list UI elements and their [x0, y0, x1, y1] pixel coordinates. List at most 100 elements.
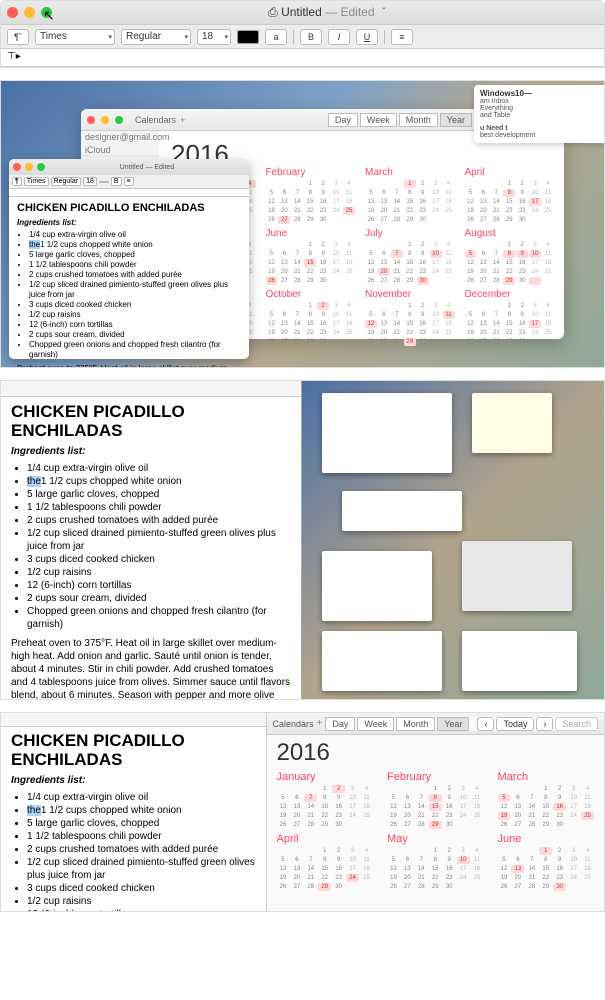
color-well[interactable]: [99, 181, 109, 183]
style-menu-button[interactable]: ¶ˇ: [7, 29, 29, 45]
close-icon[interactable]: [7, 7, 18, 18]
month-cell[interactable]: January123456789101112131415161718192021…: [277, 771, 374, 829]
month-cell[interactable]: April12345678910111213141516171819202122…: [277, 833, 374, 891]
month-cell[interactable]: July123456789101112131415161718192021222…: [365, 228, 455, 285]
list-item: the1 1/2 cups chopped white onion: [29, 240, 241, 250]
zoom-icon[interactable]: [115, 116, 123, 124]
window-thumbnail[interactable]: [462, 541, 572, 611]
document-body[interactable]: CHICKEN PICADILLO ENCHILADAS Ingredients…: [1, 727, 266, 912]
month-cell[interactable]: March12345678910111213141516171819202122…: [365, 167, 455, 224]
minimize-icon[interactable]: [25, 163, 33, 171]
list-item: 1/2 cup sliced drained pimiento-stuffed …: [27, 527, 291, 553]
paragraph: Preheat oven to 375°F. Heat oil in large…: [11, 637, 291, 700]
tab-stop-icon[interactable]: ⊤▸: [7, 51, 21, 62]
list-item: 1/4 cup extra-virgin olive oil: [29, 230, 241, 240]
close-icon[interactable]: [87, 116, 95, 124]
month-cell[interactable]: June123456789101112131415161718192021222…: [498, 833, 595, 891]
today-button[interactable]: Today: [496, 717, 534, 731]
ruler[interactable]: ⊤▸: [1, 49, 604, 67]
month-name: February: [266, 167, 356, 178]
window-thumbnail[interactable]: [322, 631, 442, 691]
size-select[interactable]: Regular: [51, 177, 82, 186]
list-item: 2 cups sour cream, divided: [29, 330, 241, 340]
month-name: January: [277, 771, 374, 783]
zoom-icon[interactable]: [37, 163, 45, 171]
bold-button[interactable]: B: [111, 177, 122, 186]
calendars-label[interactable]: Calendars: [273, 719, 314, 729]
month-cell[interactable]: March12345678910111213141516171819202122…: [498, 771, 595, 829]
calendar-pane[interactable]: Calendars + Day Week Month Year ‹ Today …: [267, 713, 605, 911]
add-button[interactable]: +: [180, 115, 185, 125]
prev-button[interactable]: ‹: [477, 717, 494, 731]
view-year[interactable]: Year: [437, 717, 469, 731]
doc-icon: ⎙: [268, 5, 278, 19]
size-select[interactable]: 18: [83, 177, 97, 186]
month-cell[interactable]: October123456789101112131415161718192021…: [266, 289, 356, 346]
view-week[interactable]: Week: [357, 717, 394, 731]
mission-control-thumbnails[interactable]: [302, 381, 604, 699]
list-item: 1/4 cup extra-virgin olive oil: [27, 791, 256, 804]
next-button[interactable]: ›: [536, 717, 553, 731]
list-item: 2 cups crushed tomatoes with added purée: [27, 514, 291, 527]
view-week[interactable]: Week: [360, 113, 397, 127]
add-button[interactable]: +: [317, 718, 323, 729]
list-item: 1/2 cup sliced drained pimiento-stuffed …: [27, 856, 256, 882]
font-select[interactable]: Times: [24, 177, 49, 186]
month-cell[interactable]: April12345678910111213141516171819202122…: [465, 167, 555, 224]
desktop-overview: Calendars + Day Week Month Year ‹ Today …: [0, 80, 605, 368]
italic-button[interactable]: I: [328, 29, 350, 45]
view-year[interactable]: Year: [440, 113, 472, 127]
document-body[interactable]: CHICKEN PICADILLO ENCHILADAS Ingredients…: [9, 197, 249, 368]
month-cell[interactable]: February12345678910111213141516171819202…: [387, 771, 484, 829]
minimize-icon[interactable]: [101, 116, 109, 124]
month-name: March: [498, 771, 595, 783]
list-item: 2 cups crushed tomatoes with added purée: [27, 843, 256, 856]
month-name: December: [465, 289, 555, 300]
account-label: iCloud: [81, 144, 159, 157]
window-thumbnail[interactable]: [462, 631, 577, 691]
bold-button[interactable]: B: [300, 29, 322, 45]
list-item: 1/2 cup sliced drained pimiento-stuffed …: [29, 280, 241, 300]
font-weight-select[interactable]: Regular: [121, 29, 191, 45]
day-grid: 1234567891011121314151617181920212223242…: [465, 241, 555, 285]
search-input[interactable]: Search: [555, 717, 598, 731]
style-button[interactable]: ¶: [12, 177, 22, 186]
ruler: [1, 713, 266, 727]
minimize-icon[interactable]: [24, 7, 35, 18]
month-name: July: [365, 228, 455, 239]
ingredients-header: Ingredients list:: [11, 775, 256, 786]
title-chevron-icon[interactable]: ˇ: [378, 5, 390, 19]
align-button[interactable]: ≡: [124, 177, 134, 186]
font-family-select[interactable]: Times: [35, 29, 115, 45]
font-size-select[interactable]: 18: [197, 29, 231, 45]
month-cell[interactable]: November12345678910111213141516171819202…: [365, 289, 455, 346]
window-thumbnail[interactable]: [322, 393, 452, 473]
month-cell[interactable]: May1234567891011121314151617181920212223…: [387, 833, 484, 891]
align-button[interactable]: ≡: [391, 29, 413, 45]
card-line: best development: [480, 132, 598, 139]
view-month[interactable]: Month: [399, 113, 438, 127]
month-cell[interactable]: June123456789101112131415161718192021222…: [266, 228, 356, 285]
document-body[interactable]: CHICKEN PICADILLO ENCHILADAS Ingredients…: [1, 397, 301, 700]
card-line: u Need t: [480, 125, 598, 132]
textedit-window[interactable]: Untitled — Edited ¶ Times Regular 18 B ≡…: [9, 159, 249, 359]
close-icon[interactable]: [13, 163, 21, 171]
window-thumbnail[interactable]: [472, 393, 552, 453]
month-cell[interactable]: December12345678910111213141516171819202…: [465, 289, 555, 346]
view-day[interactable]: Day: [325, 717, 355, 731]
underline-button[interactable]: U: [356, 29, 378, 45]
calendars-label[interactable]: Calendars: [135, 115, 176, 125]
window-thumbnail[interactable]: [322, 551, 432, 621]
window-thumbnail[interactable]: [342, 491, 462, 531]
day-grid: 1234567891011121314151617181920212223242…: [387, 847, 484, 891]
highlight-color-button[interactable]: a: [265, 29, 287, 45]
month-cell[interactable]: August1234567891011121314151617181920212…: [465, 228, 555, 285]
list-item: 12 (6-inch) corn tortillas: [27, 579, 291, 592]
textedit-pane[interactable]: CHICKEN PICADILLO ENCHILADAS Ingredients…: [1, 713, 267, 911]
view-day[interactable]: Day: [328, 113, 358, 127]
month-cell[interactable]: February12345678910111213141516171819202…: [266, 167, 356, 224]
view-month[interactable]: Month: [396, 717, 435, 731]
text-color-well[interactable]: [237, 30, 259, 44]
textedit-fullscreen-left[interactable]: CHICKEN PICADILLO ENCHILADAS Ingredients…: [1, 381, 302, 699]
notification-card[interactable]: Windows10— am Inbox Everything and Table…: [474, 85, 604, 143]
